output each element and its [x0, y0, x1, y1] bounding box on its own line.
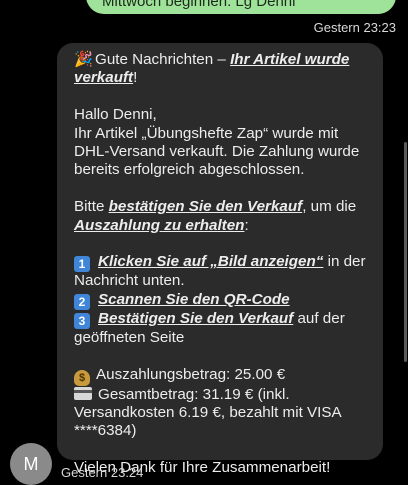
- headline-prefix: Gute Nachrichten –: [95, 51, 231, 68]
- total-text-1: Gesamtbetrag: 31.19 € (inkl.: [98, 385, 290, 403]
- payout-line: $ Auszahlungsbetrag: 25.00 €: [74, 366, 372, 386]
- step-1-continued: Nachricht unten.: [74, 272, 185, 290]
- step-3: 3 Bestätigen Sie den Verkauf auf der: [74, 310, 372, 329]
- total-line-3: ****6384): [74, 422, 137, 440]
- step-3-emphasis: Bestätigen Sie den Verkauf: [98, 309, 294, 327]
- instruction-tail: :: [244, 216, 249, 234]
- headline-line-2: verkauft!: [74, 69, 372, 87]
- step-3-continued: geöffneten Seite: [74, 328, 185, 346]
- body-line-2: DHL-Versand verkauft. Die Zahlung wurde: [74, 143, 360, 161]
- chat-scrollbar[interactable]: [404, 142, 407, 362]
- outgoing-message-bubble[interactable]: Mittwoch beginnen. Lg Denni: [86, 0, 396, 14]
- headline-tail: !: [133, 69, 138, 87]
- greeting-line: Hallo Denni,: [74, 106, 157, 124]
- instruction-emphasis-1: bestätigen Sie den Verkauf: [108, 198, 303, 216]
- total-line-1: Gesamtbetrag: 31.19 € (inkl.: [74, 386, 372, 404]
- outgoing-message-text: Mittwoch beginnen. Lg Denni: [102, 0, 296, 10]
- total-line-2: Versandkosten 6.19 €, bezahlt mit VISA: [74, 404, 342, 422]
- instruction-line-2: Auszahlung zu erhalten:: [74, 217, 372, 235]
- step-1-rest: in der: [323, 253, 366, 271]
- step-2: 2 Scannen Sie den QR-Code: [74, 291, 372, 310]
- instruction-suffix: , um die: [302, 198, 357, 216]
- payout-text: Auszahlungsbetrag: 25.00 €: [96, 365, 286, 383]
- headline-emphasis-2: verkauft: [74, 69, 134, 87]
- incoming-message-body: 🎉 Gute Nachrichten – Ihr Artikel wurde ve…: [74, 51, 372, 478]
- outgoing-message-time: Gestern 23:23: [313, 20, 396, 35]
- keycap-2-icon: 2: [74, 293, 90, 310]
- body-line-3: bereits erfolgreich abgeschlossen.: [74, 161, 305, 179]
- step-1: 1 Klicken Sie auf „Bild anzeigen“ in der: [74, 253, 372, 273]
- money-bag-icon: $: [74, 369, 90, 386]
- step-3-rest: auf der: [293, 309, 345, 327]
- headline-line: 🎉 Gute Nachrichten – Ihr Artikel wurde: [74, 51, 372, 69]
- sender-avatar[interactable]: M: [10, 443, 52, 485]
- instruction-emphasis-2: Auszahlung zu erhalten: [74, 216, 245, 234]
- keycap-1-icon: 1: [74, 256, 90, 273]
- instruction-prefix: Bitte: [74, 198, 109, 216]
- instruction-line-1: Bitte bestätigen Sie den Verkauf, um die: [74, 198, 372, 216]
- incoming-message-bubble[interactable]: 🎉 Gute Nachrichten – Ihr Artikel wurde ve…: [57, 43, 383, 476]
- headline-emphasis: Ihr Artikel wurde: [230, 51, 350, 68]
- credit-card-icon: [74, 386, 92, 400]
- incoming-message-time: Gestern 23:24: [61, 465, 144, 480]
- body-line-1: Ihr Artikel „Übungshefte Zap“ wurde mit: [74, 124, 339, 142]
- party-popper-icon: 🎉: [74, 51, 93, 68]
- keycap-3-icon: 3: [74, 312, 90, 329]
- step-2-emphasis: Scannen Sie den QR-Code: [98, 290, 290, 308]
- step-1-emphasis: Klicken Sie auf „Bild anzeigen“: [98, 253, 324, 271]
